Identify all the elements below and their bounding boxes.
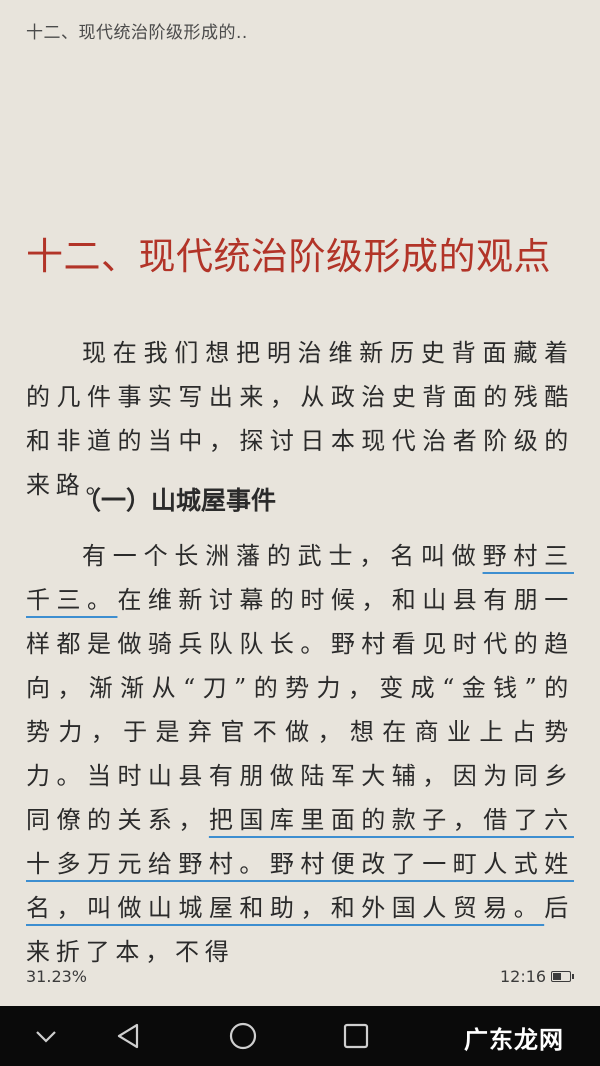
chevron-down-icon[interactable] <box>30 1020 62 1052</box>
clock-time: 12:16 <box>500 967 547 986</box>
text-run: 在维新讨幕的时候，和山县有朋一样都是做骑兵队队长。野村看见时代的趋向，渐渐从“刀… <box>26 586 574 834</box>
reading-progress: 31.23% <box>26 967 88 986</box>
home-icon[interactable] <box>227 1020 259 1052</box>
paragraph-yamashiroya: 有一个长洲藩的武士，名叫做野村三千三。在维新讨幕的时候，和山县有朋一样都是做骑兵… <box>26 534 574 974</box>
battery-icon <box>551 971 575 982</box>
section-title: （一）山城屋事件 <box>76 486 277 515</box>
text-run: 有一个长洲藩的武士，名叫做 <box>82 542 483 570</box>
watermark-logo: 广东龙网 <box>464 1026 564 1054</box>
back-icon[interactable] <box>113 1020 145 1052</box>
reader-header-title: 十二、现代统治阶级形成的.. <box>26 23 248 43</box>
chapter-title: 十二、现代统治阶级形成的观点 <box>26 235 551 278</box>
status-clock-battery: 12:16 <box>500 967 575 986</box>
system-navbar: 广东龙网 <box>0 1006 600 1066</box>
recents-icon[interactable] <box>340 1020 372 1052</box>
